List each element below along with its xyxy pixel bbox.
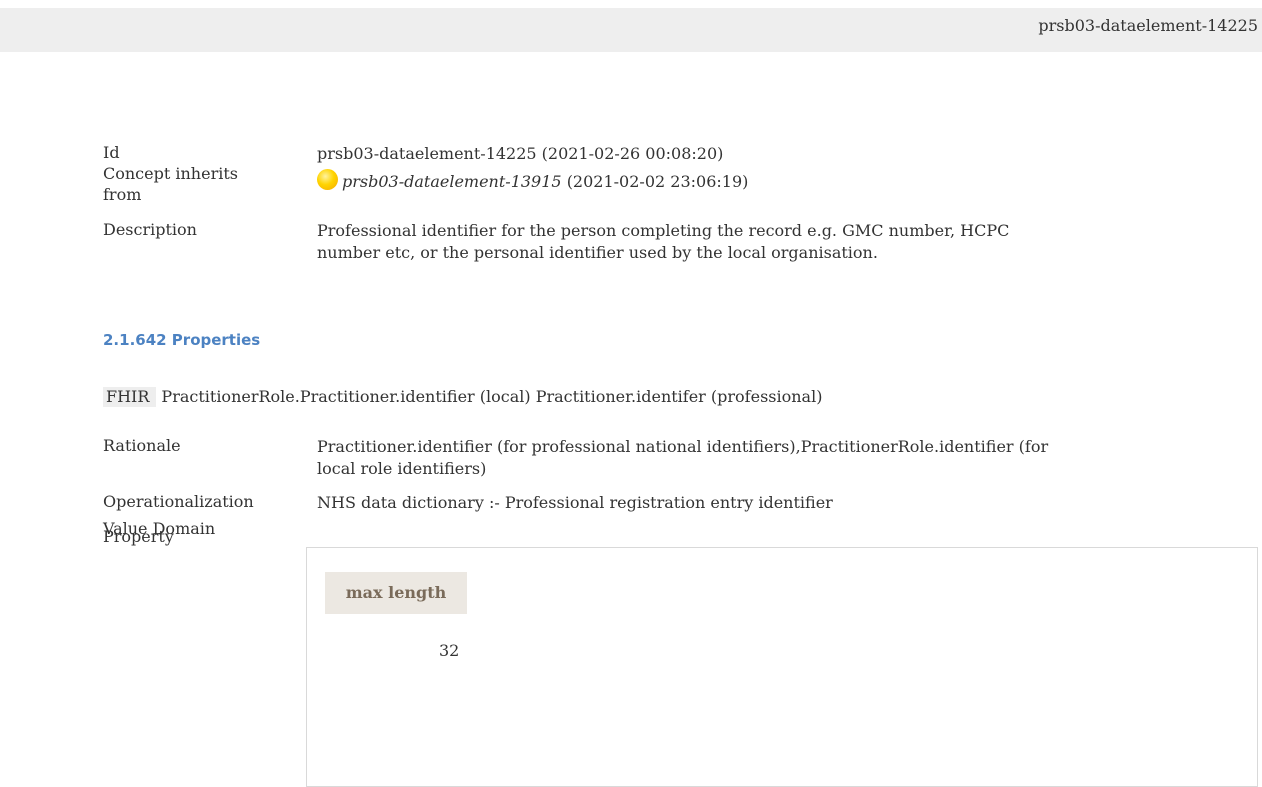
- top-bar: prsb03-dataelement-14225: [0, 8, 1262, 52]
- yellow-status-bullet-icon: [317, 169, 338, 190]
- fhir-value: PractitionerRole.Practitioner.identifier…: [161, 387, 823, 406]
- description-line-1: Professional identifier for the person c…: [317, 221, 1010, 240]
- id-label: Id: [103, 143, 120, 162]
- description-line-2: number etc, or the personal identifier u…: [317, 243, 878, 262]
- description-label: Description: [103, 220, 197, 239]
- rationale-label: Rationale: [103, 436, 181, 455]
- properties-section-title: 2.1.642 Properties: [103, 331, 261, 349]
- max-length-header: max length: [325, 572, 467, 614]
- inherits-date: (2021-02-02 23:06:19): [566, 172, 749, 191]
- max-length-value: 32: [439, 641, 460, 660]
- inherits-label-line-2: from: [103, 185, 142, 204]
- inherits-label-line-1: Concept inherits: [103, 164, 238, 183]
- operationalization-value: NHS data dictionary :- Professional regi…: [317, 493, 833, 512]
- inherits-value: prsb03-dataelement-13915 (2021-02-02 23:…: [317, 169, 748, 192]
- property-label: Property: [103, 527, 174, 546]
- operationalization-label: Operationalization: [103, 492, 254, 511]
- fhir-tag: FHIR: [103, 387, 157, 407]
- inherits-link[interactable]: prsb03-dataelement-13915: [342, 172, 562, 191]
- rationale-line-2: local role identifiers): [317, 459, 487, 478]
- property-table: max length 32: [306, 547, 1258, 787]
- rationale-line-1: Practitioner.identifier (for professiona…: [317, 437, 1049, 456]
- id-value: prsb03-dataelement-14225 (2021-02-26 00:…: [317, 144, 724, 163]
- header-element-id: prsb03-dataelement-14225: [1038, 16, 1258, 35]
- fhir-row: FHIR PractitionerRole.Practitioner.identi…: [103, 387, 822, 407]
